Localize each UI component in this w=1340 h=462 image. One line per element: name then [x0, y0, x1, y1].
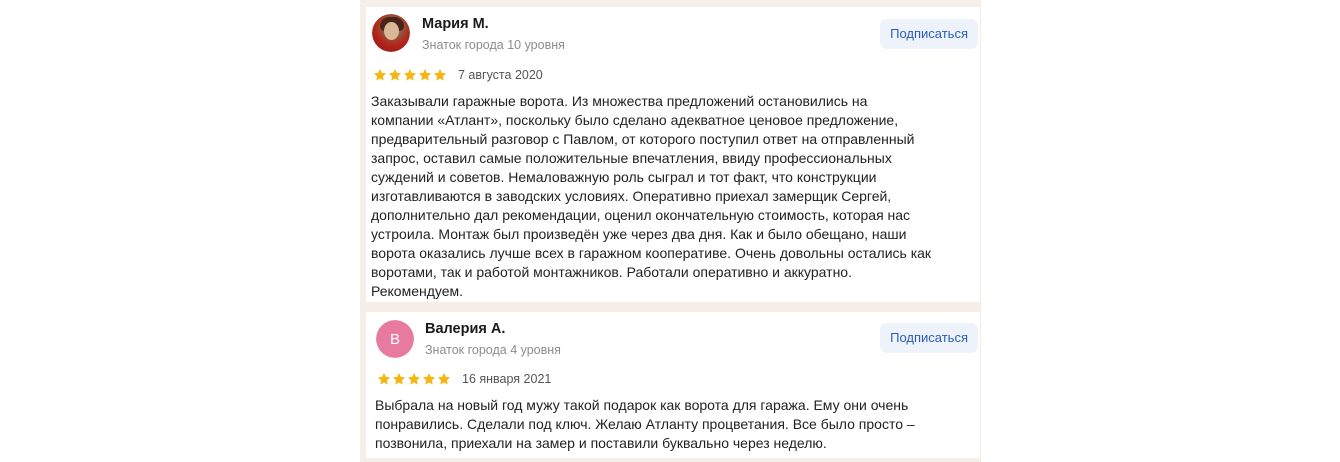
author-level: Знаток города 10 уровня [422, 38, 565, 52]
subscribe-button[interactable]: Подписаться [880, 19, 978, 49]
star-icon [373, 68, 388, 82]
star-icon [403, 68, 418, 82]
review-text: Заказывали гаражные ворота. Из множества… [371, 93, 932, 299]
page: Мария М. Знаток города 10 уровня Подписа… [0, 0, 1340, 462]
author-level: Знаток города 4 уровня [425, 343, 561, 357]
rating-row: 16 января 2021 [377, 372, 551, 386]
review-card: В Валерия А. Знаток города 4 уровня Подп… [366, 312, 980, 458]
avatar[interactable] [372, 14, 410, 52]
avatar[interactable]: В [376, 320, 414, 358]
review-date: 7 августа 2020 [458, 68, 543, 82]
author-name[interactable]: Валерия А. [425, 321, 505, 337]
user-photo-icon [372, 14, 410, 52]
star-icon [433, 68, 448, 82]
star-icon [422, 372, 437, 386]
star-icon [407, 372, 422, 386]
rating-stars [377, 372, 452, 386]
star-icon [418, 68, 433, 82]
subscribe-button[interactable]: Подписаться [880, 323, 978, 353]
review-date: 16 января 2021 [462, 372, 552, 386]
star-icon [392, 372, 407, 386]
star-icon [388, 68, 403, 82]
avatar-letter: В [376, 320, 414, 358]
review-text: Выбрала на новый год мужу такой подарок … [375, 397, 915, 451]
review-card: Мария М. Знаток города 10 уровня Подписа… [366, 7, 980, 302]
rating-stars [373, 68, 448, 82]
rating-row: 7 августа 2020 [373, 68, 543, 82]
author-name[interactable]: Мария М. [422, 16, 489, 32]
star-icon [437, 372, 452, 386]
star-icon [377, 372, 392, 386]
